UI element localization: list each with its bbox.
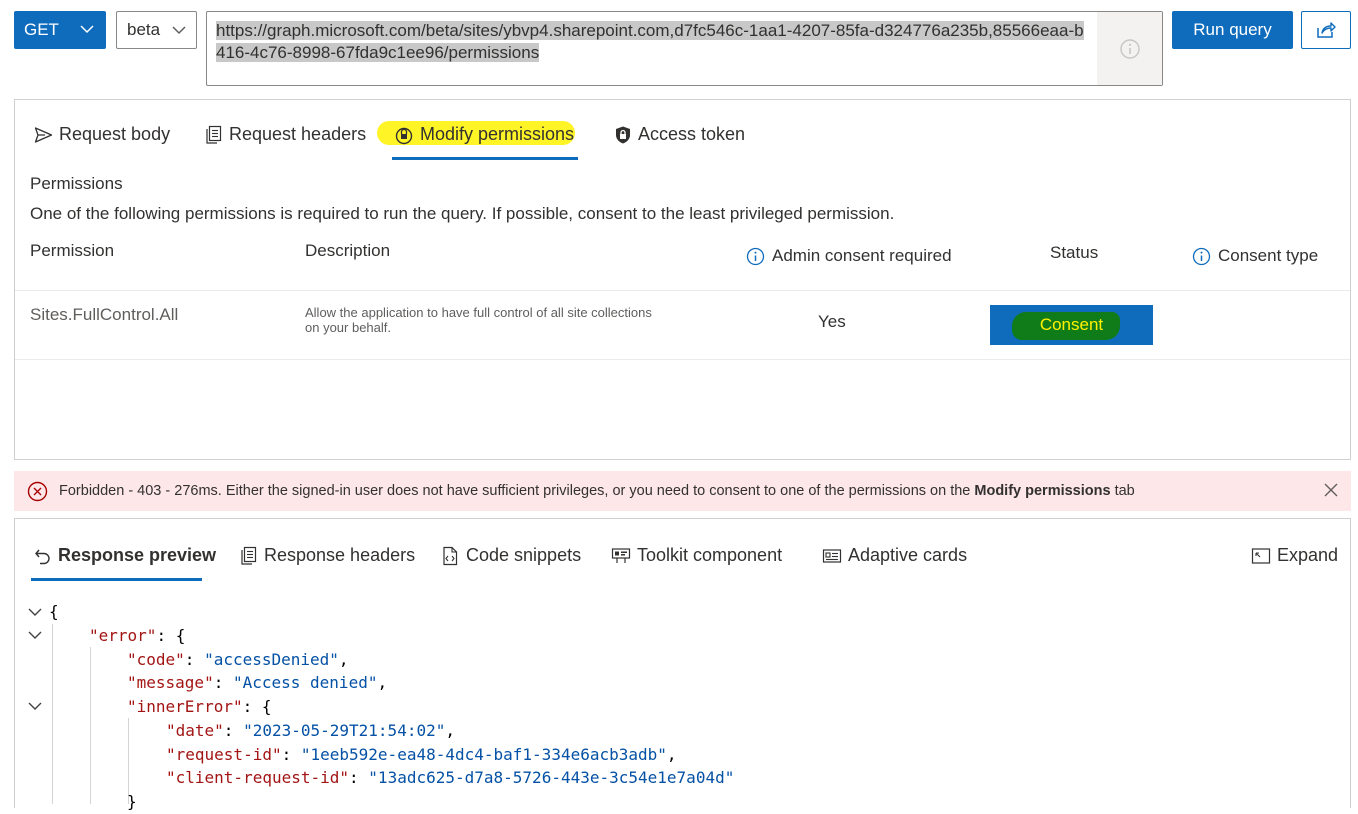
column-header-consent-type: Consent type bbox=[1192, 246, 1318, 266]
permission-description: Allow the application to have full contr… bbox=[305, 305, 652, 335]
tab-response-preview[interactable]: Response preview bbox=[34, 545, 216, 566]
code-file-icon bbox=[443, 546, 458, 565]
share-icon bbox=[1317, 22, 1336, 38]
tab-access-token[interactable]: Access token bbox=[614, 124, 745, 145]
version-label: beta bbox=[127, 20, 161, 39]
tab-request-body[interactable]: Request body bbox=[34, 124, 170, 145]
undo-icon bbox=[35, 549, 50, 564]
version-dropdown[interactable]: beta bbox=[116, 11, 197, 49]
tab-adaptive-cards[interactable]: Adaptive cards bbox=[822, 545, 967, 566]
tab-code-snippets[interactable]: Code snippets bbox=[441, 545, 581, 566]
admin-consent-value: Yes bbox=[818, 312, 846, 331]
row-divider bbox=[15, 359, 1350, 360]
permission-name: Sites.FullControl.All bbox=[30, 305, 179, 324]
tab-response-headers[interactable]: Response headers bbox=[239, 545, 415, 566]
error-text: Forbidden - 403 - 276ms. Either the sign… bbox=[59, 483, 1135, 499]
column-header-status: Status bbox=[1050, 243, 1099, 262]
url-info-icon[interactable] bbox=[1097, 12, 1162, 85]
chevron-down-icon[interactable] bbox=[27, 700, 43, 712]
chevron-down-icon bbox=[80, 25, 94, 34]
close-icon[interactable] bbox=[1323, 482, 1339, 498]
column-header-admin-consent: Admin consent required bbox=[746, 246, 952, 266]
chevron-down-icon[interactable] bbox=[27, 606, 43, 618]
info-icon[interactable] bbox=[1192, 247, 1211, 266]
json-line: "request-id": "1eeb592e-ea48-4dc4-baf1-3… bbox=[166, 745, 677, 764]
consent-button[interactable]: Consent bbox=[990, 305, 1153, 345]
query-url-text: https://graph.microsoft.com/beta/sites/y… bbox=[216, 21, 1084, 62]
json-line: "date": "2023-05-29T21:54:02", bbox=[166, 721, 455, 740]
shield-lock-icon bbox=[616, 126, 630, 143]
chevron-down-icon bbox=[172, 26, 186, 35]
http-method-label: GET bbox=[24, 20, 59, 39]
active-tab-indicator bbox=[392, 157, 578, 160]
json-line: "innerError": { bbox=[127, 697, 272, 716]
expand-icon bbox=[1251, 547, 1271, 564]
json-line: { bbox=[49, 602, 59, 621]
indent-guide bbox=[90, 647, 91, 804]
share-query-button[interactable] bbox=[1301, 11, 1351, 49]
json-line: } bbox=[127, 792, 137, 811]
lock-icon bbox=[395, 127, 413, 144]
document-icon bbox=[206, 125, 222, 144]
tab-toolkit-component[interactable]: Toolkit component bbox=[611, 545, 782, 566]
query-url-input[interactable]: https://graph.microsoft.com/beta/sites/y… bbox=[206, 11, 1163, 86]
request-panel bbox=[14, 99, 1351, 460]
json-line: "code": "accessDenied", bbox=[127, 650, 349, 669]
run-query-label: Run query bbox=[1193, 20, 1272, 39]
http-method-dropdown[interactable]: GET bbox=[14, 11, 106, 49]
toolkit-icon bbox=[611, 547, 631, 563]
json-line: "error": { bbox=[89, 626, 186, 645]
error-message-bar: Forbidden - 403 - 276ms. Either the sign… bbox=[14, 471, 1351, 511]
consent-label: Consent bbox=[1039, 315, 1104, 334]
send-icon bbox=[34, 126, 53, 143]
json-line: "client-request-id": "13adc625-d7a8-5726… bbox=[166, 768, 735, 787]
permissions-subtitle: One of the following permissions is requ… bbox=[30, 204, 895, 223]
column-header-permission: Permission bbox=[30, 241, 115, 260]
row-divider bbox=[15, 290, 1350, 291]
column-header-description: Description bbox=[305, 241, 391, 260]
active-tab-indicator bbox=[31, 578, 202, 581]
tab-modify-permissions[interactable]: Modify permissions bbox=[394, 124, 574, 145]
tab-request-headers[interactable]: Request headers bbox=[204, 124, 366, 145]
indent-guide bbox=[52, 624, 53, 804]
info-icon[interactable] bbox=[746, 247, 765, 266]
expand-button[interactable]: Expand bbox=[1251, 545, 1338, 566]
error-circle-icon bbox=[27, 481, 48, 502]
card-icon bbox=[822, 548, 842, 563]
permissions-title: Permissions bbox=[30, 174, 123, 193]
run-query-button[interactable]: Run query bbox=[1172, 11, 1293, 49]
document-icon bbox=[241, 546, 257, 565]
json-line: "message": "Access denied", bbox=[127, 673, 388, 692]
chevron-down-icon[interactable] bbox=[27, 629, 43, 641]
